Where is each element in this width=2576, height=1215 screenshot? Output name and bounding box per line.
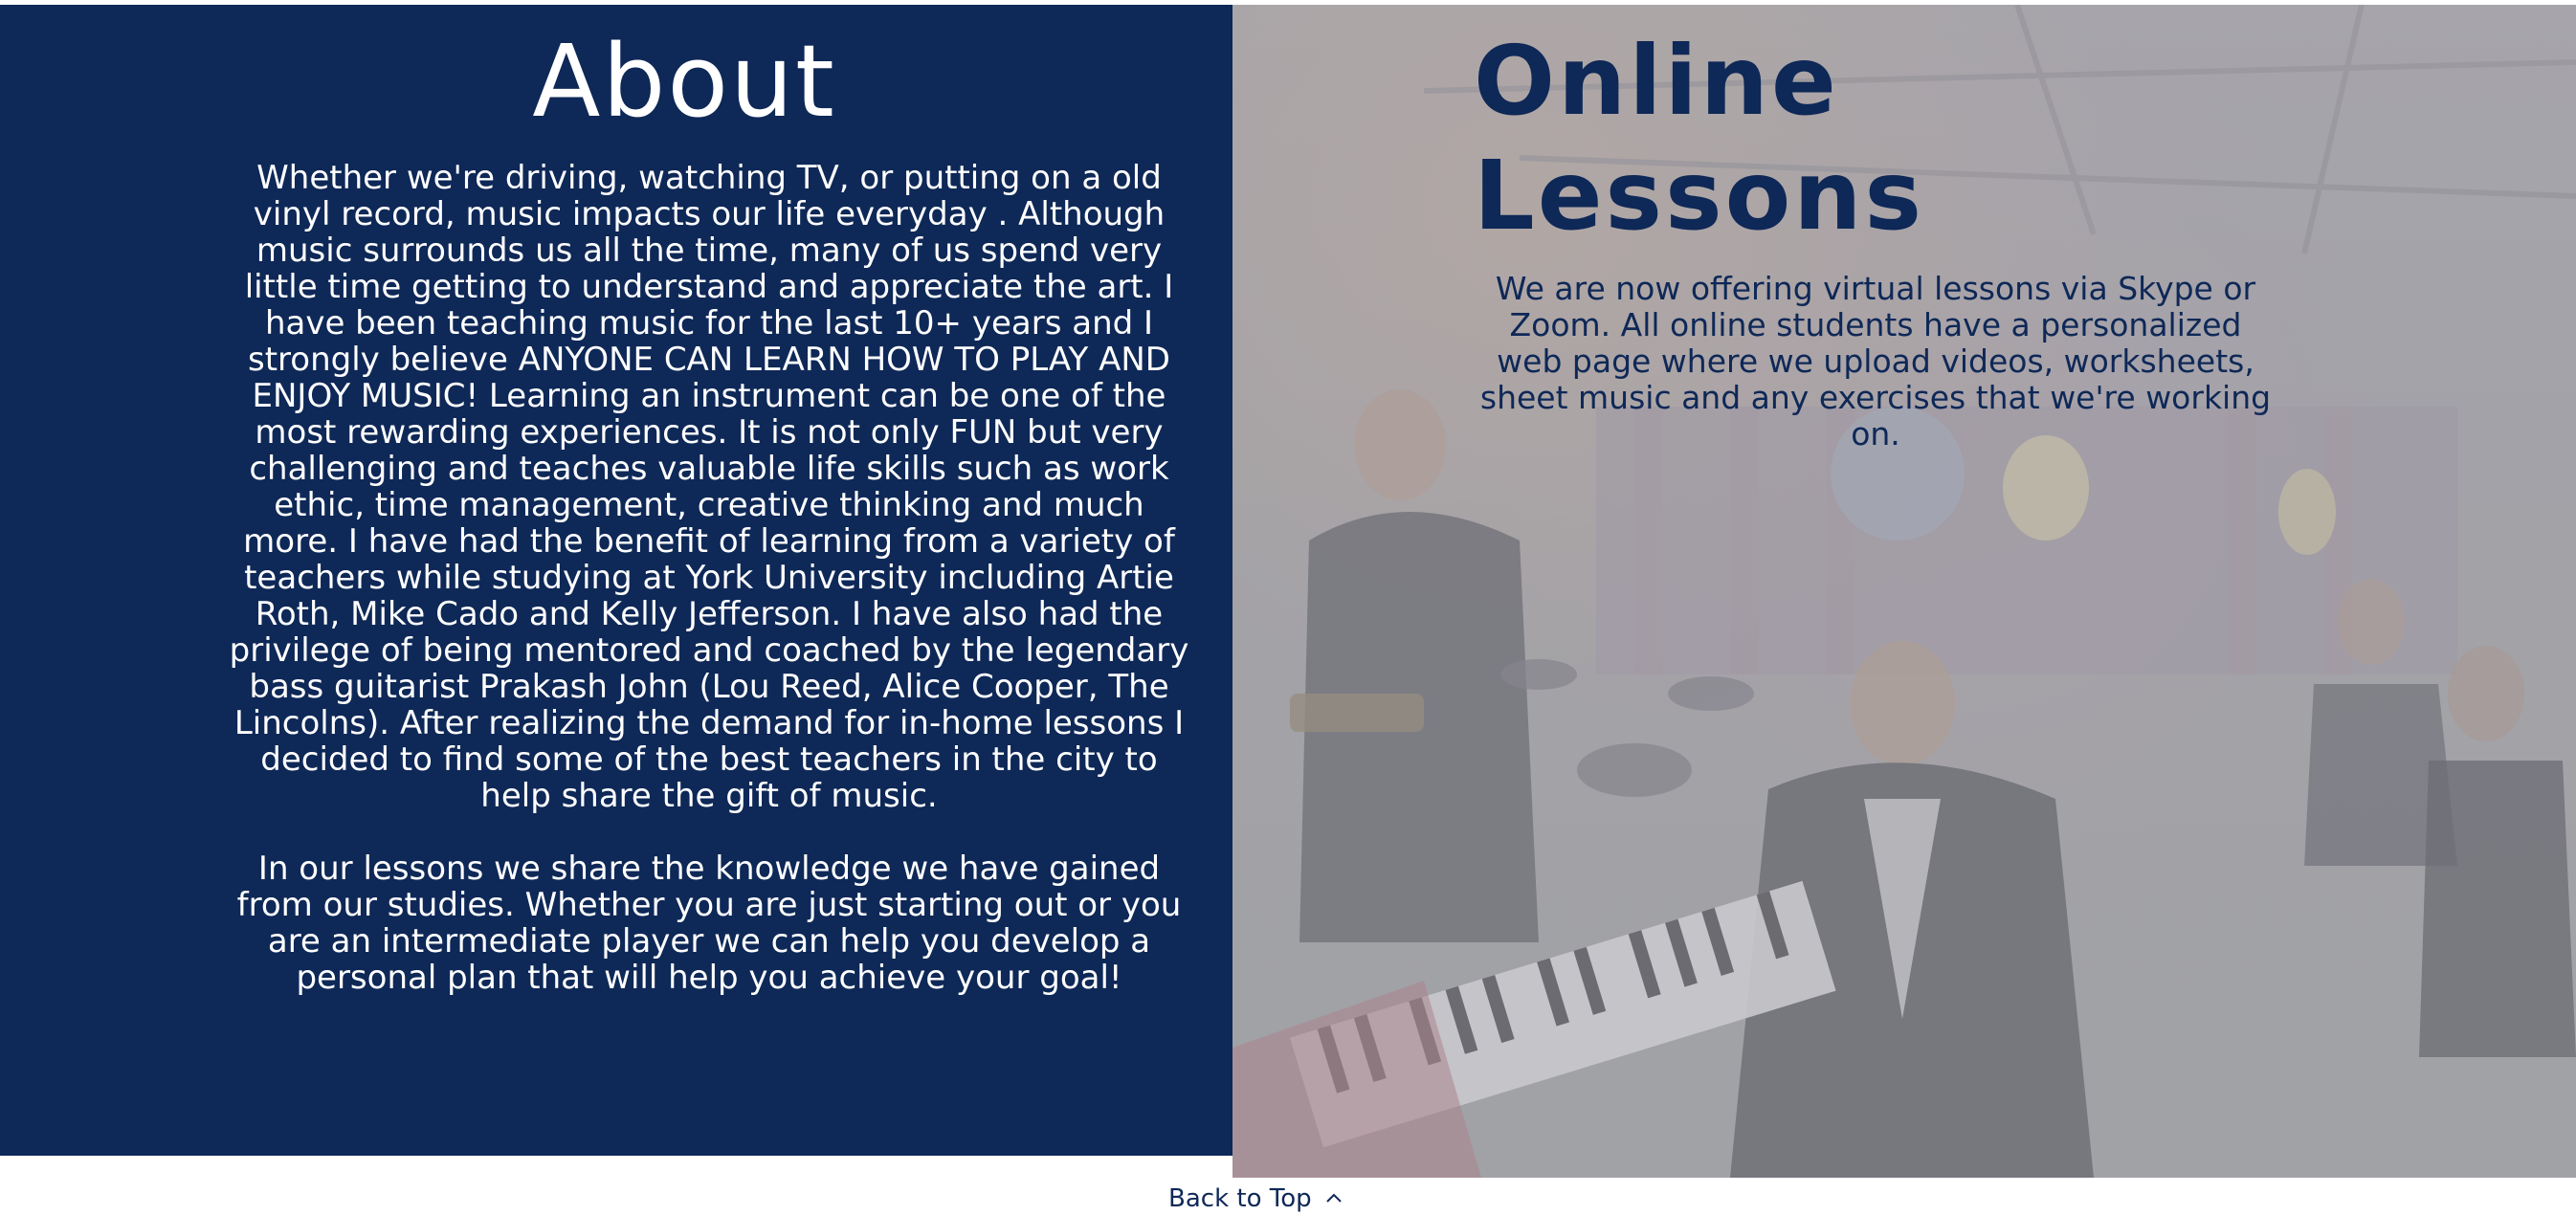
online-lessons-body: We are now offering virtual lessons via …: [1479, 270, 2272, 453]
online-title-line2: Lessons: [1474, 140, 1924, 252]
about-section: About Whether we're driving, watching TV…: [0, 5, 1232, 1156]
about-body: Whether we're driving, watching TV, or p…: [226, 160, 1192, 996]
online-title-line1: Online: [1474, 25, 1839, 137]
back-to-top-link[interactable]: Back to Top: [1168, 1182, 1344, 1215]
chevron-up-icon: [1323, 1188, 1344, 1209]
back-to-top-label: Back to Top: [1168, 1184, 1312, 1213]
online-lessons-title: Online Lessons: [1474, 24, 1924, 254]
about-paragraph: Whether we're driving, watching TV, or p…: [229, 159, 1189, 815]
online-lessons-section: Online Lessons We are now offering virtu…: [1232, 5, 2576, 1178]
about-paragraph: In our lessons we share the knowledge we…: [236, 850, 1182, 997]
about-title: About: [532, 23, 836, 140]
